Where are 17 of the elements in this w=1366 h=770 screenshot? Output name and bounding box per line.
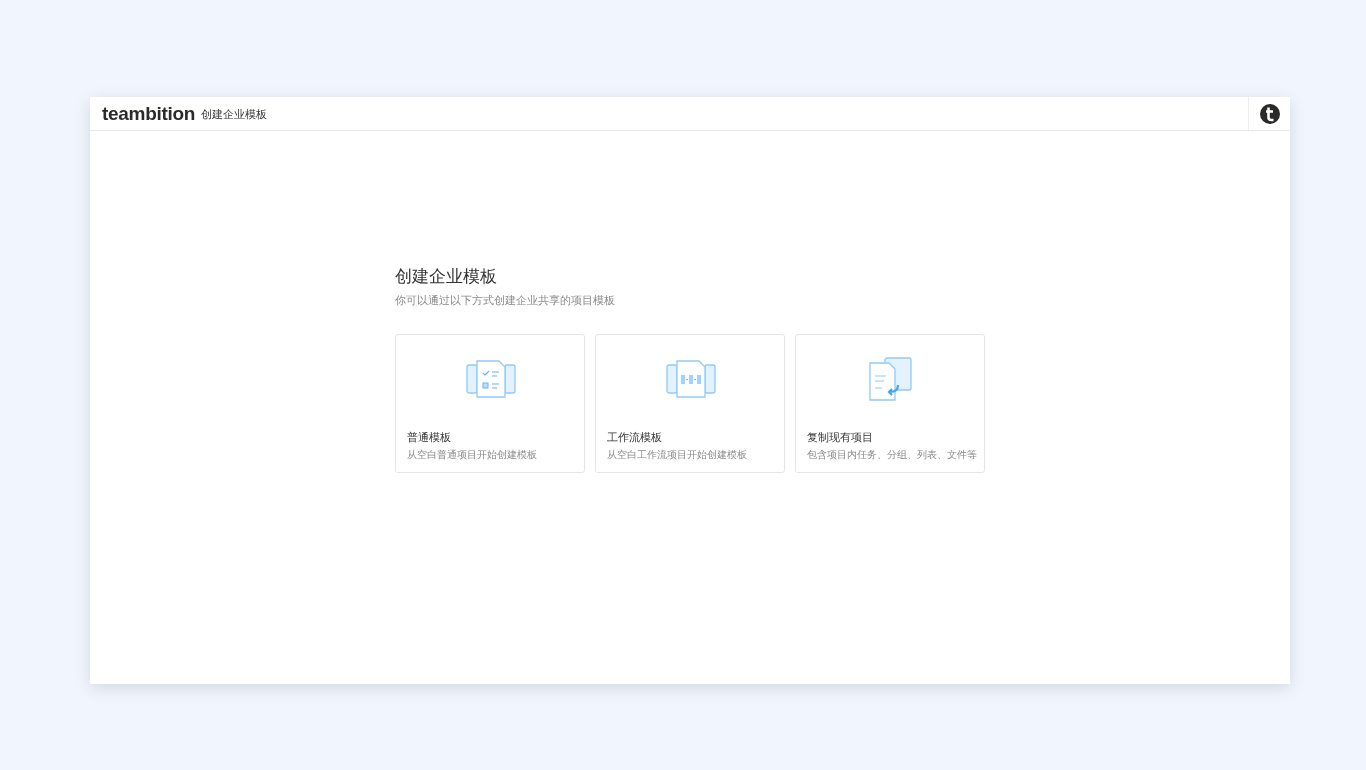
card-title: 普通模板: [407, 431, 452, 445]
card-title: 工作流模板: [607, 431, 663, 445]
section-title: 创建企业模板: [395, 265, 498, 288]
template-card[interactable]: 复制现有项目 包含项目内任务、分组、列表、文件等: [795, 334, 985, 473]
template-card[interactable]: 普通模板 从空白普通项目开始创建模板: [395, 334, 585, 473]
page-title: 创建企业模板: [201, 107, 268, 122]
checklist-document-icon: [466, 360, 516, 398]
card-title: 复制现有项目: [807, 431, 874, 445]
workflow-document-icon: [666, 360, 716, 398]
card-description: 包含项目内任务、分组、列表、文件等: [807, 448, 975, 462]
section-subtitle: 你可以通过以下方式创建企业共享的项目模板: [395, 293, 616, 308]
card-description: 从空白工作流项目开始创建模板: [607, 448, 748, 462]
card-description: 从空白普通项目开始创建模板: [407, 448, 538, 462]
logo-icon[interactable]: [1258, 102, 1281, 125]
brand-logo[interactable]: teambition: [102, 102, 196, 125]
template-card[interactable]: 工作流模板 从空白工作流项目开始创建模板: [595, 334, 785, 473]
copy-document-icon: [868, 357, 914, 401]
